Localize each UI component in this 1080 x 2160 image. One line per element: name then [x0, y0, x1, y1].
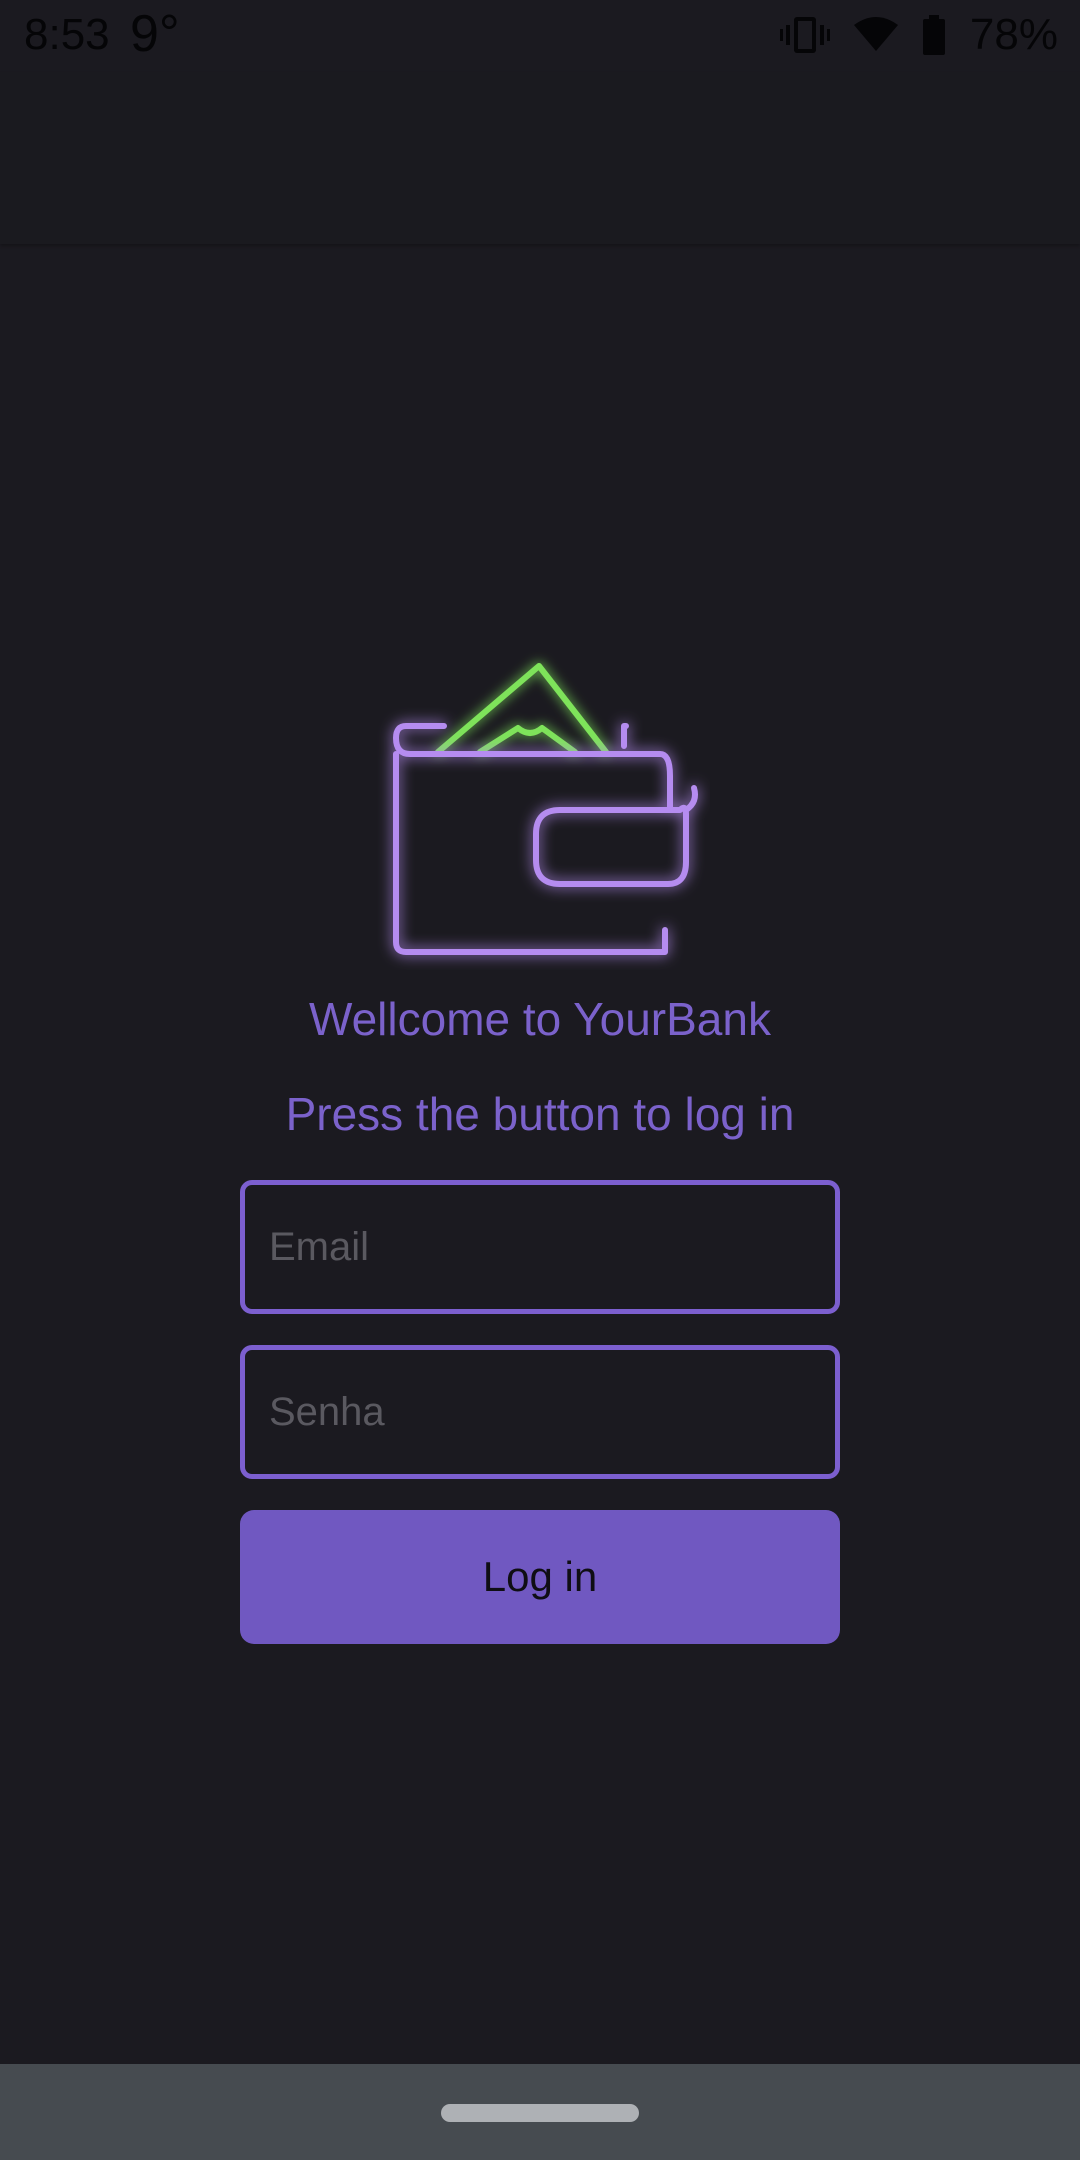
login-screen: 8:53 9° 78% Wellcome to YourBank Press t… — [0, 0, 1080, 2160]
email-input[interactable] — [245, 1185, 835, 1309]
battery-icon — [922, 15, 946, 55]
login-instruction: Press the button to log in — [285, 1088, 795, 1140]
wifi-icon — [853, 17, 898, 53]
status-temperature: 9° — [130, 5, 180, 63]
password-input[interactable] — [245, 1350, 835, 1474]
battery-percentage: 78% — [969, 10, 1058, 59]
wallet-icon — [370, 650, 710, 970]
home-gesture-handle[interactable] — [441, 2104, 639, 2122]
navigation-bar — [0, 2064, 1080, 2160]
vibrate-icon — [779, 15, 830, 55]
status-bar: 8:53 9° 78% — [0, 0, 1080, 72]
welcome-title: Wellcome to YourBank — [309, 993, 771, 1045]
email-field[interactable] — [240, 1180, 840, 1314]
status-time: 8:53 — [24, 10, 110, 59]
app-bar — [0, 72, 1080, 244]
password-field[interactable] — [240, 1345, 840, 1479]
login-button[interactable]: Log in — [240, 1510, 840, 1644]
status-icons: 78% — [779, 10, 1058, 60]
